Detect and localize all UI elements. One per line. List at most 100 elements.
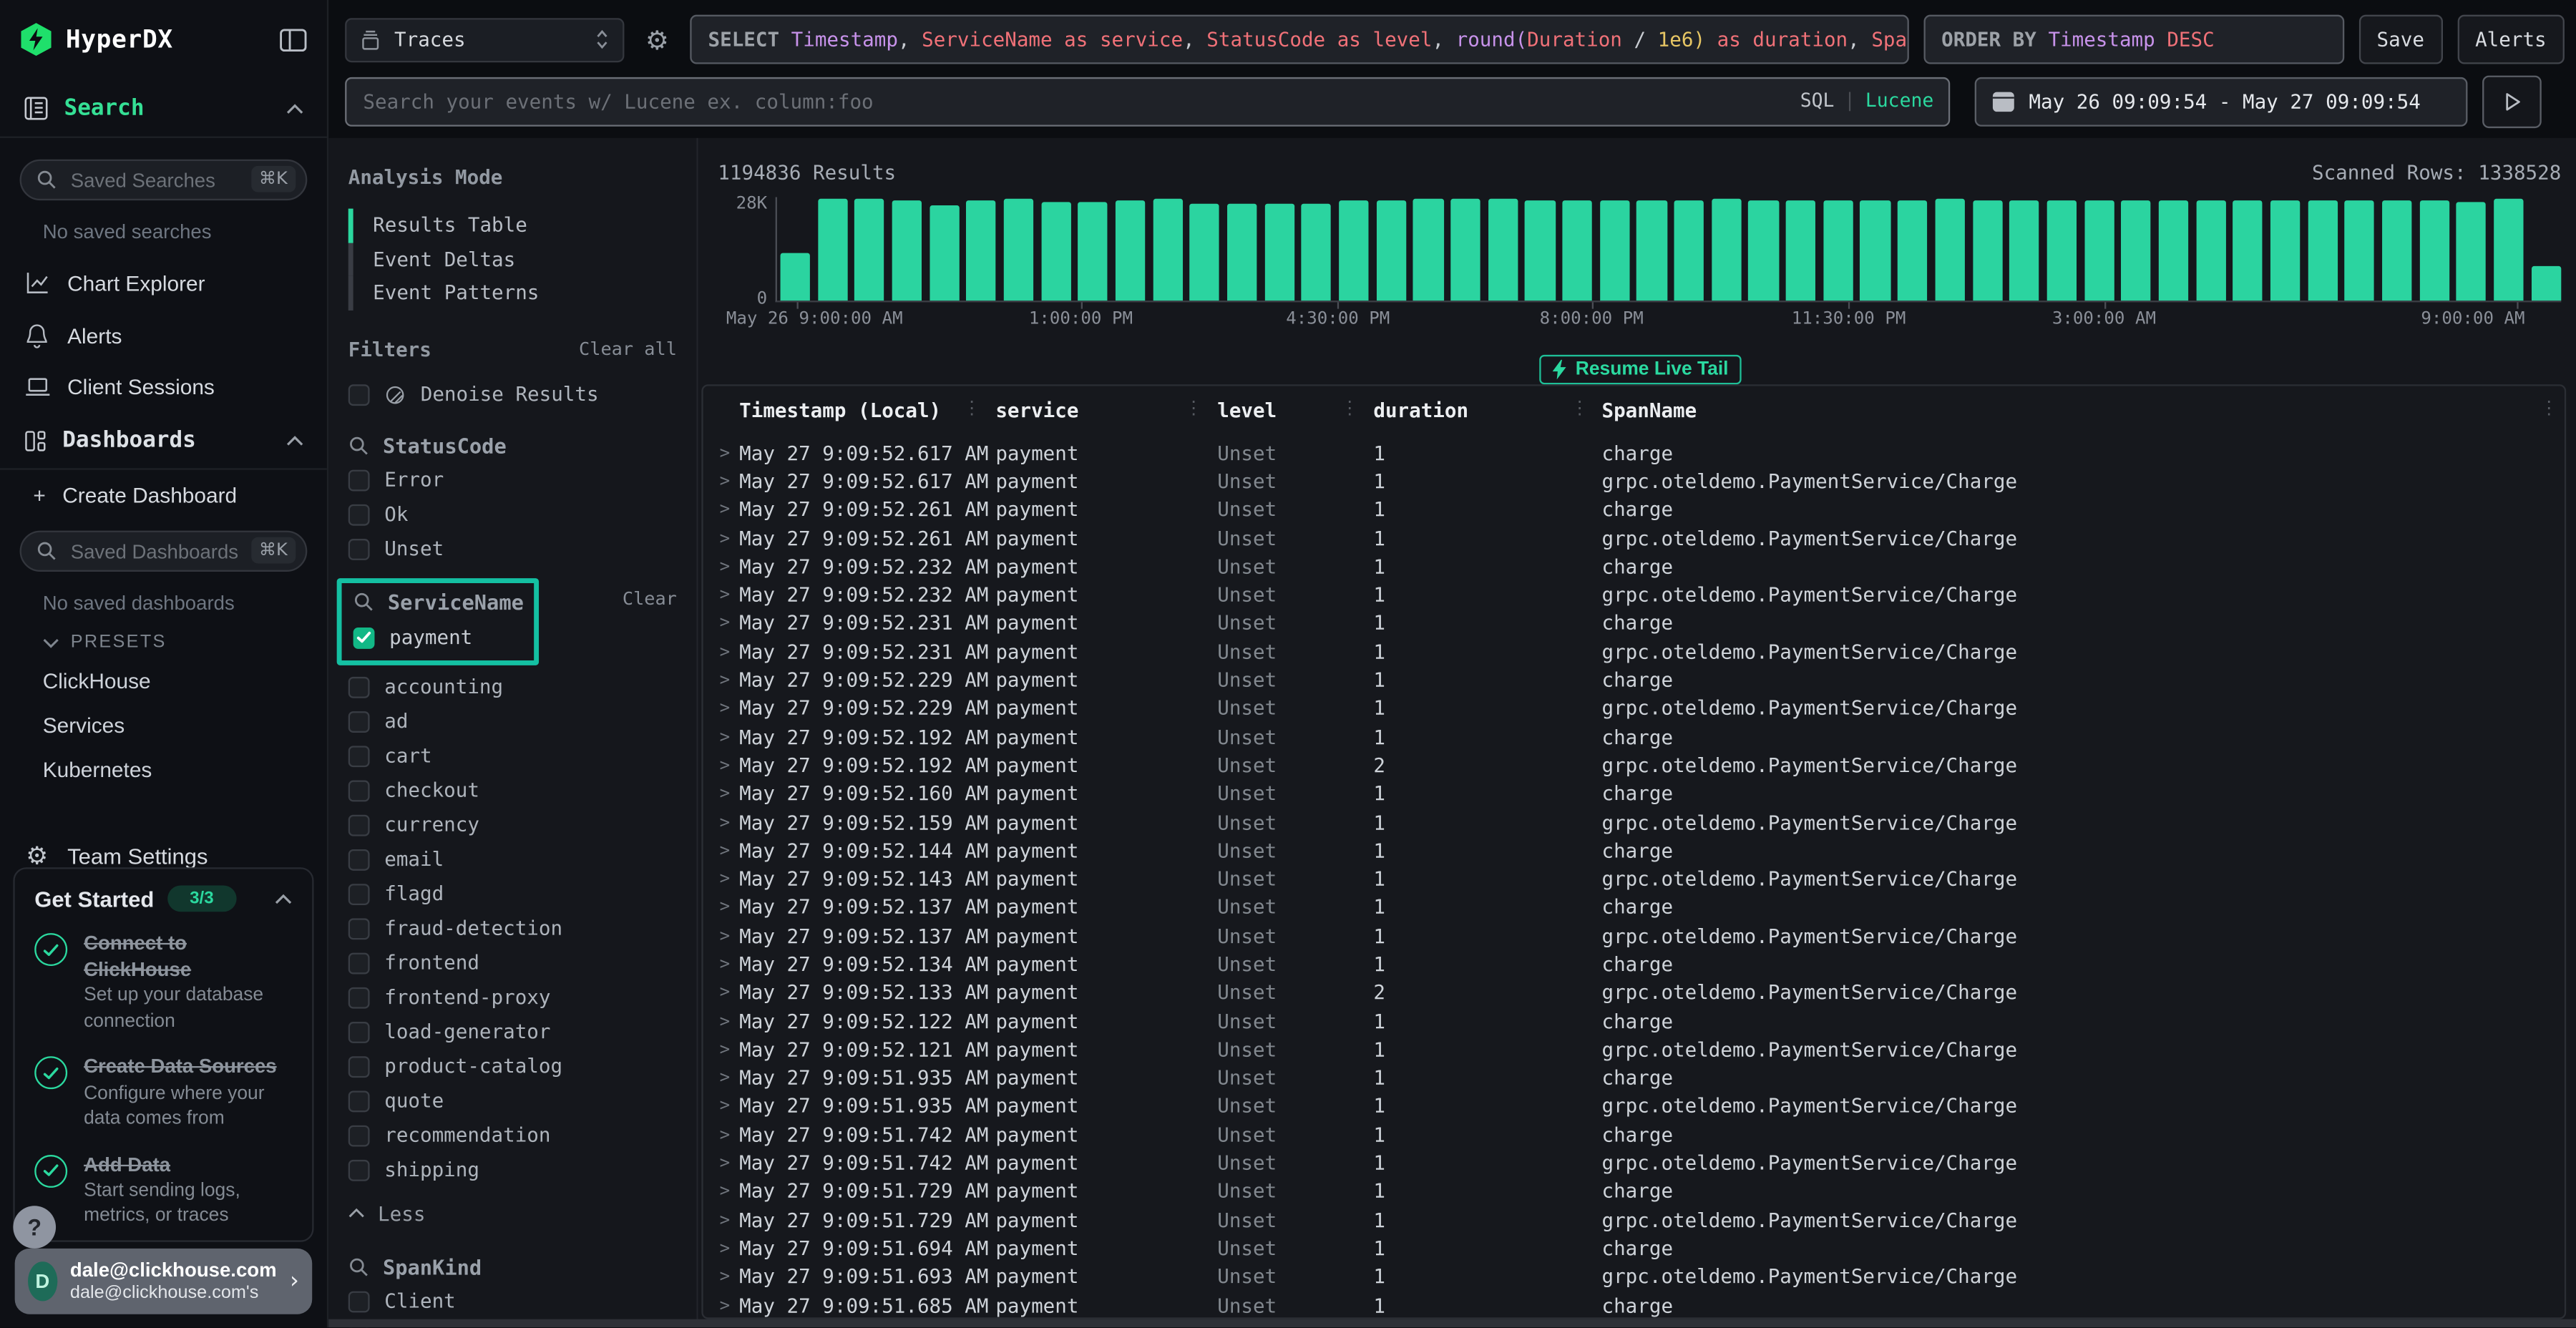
sidebar-section-search[interactable]: Search [0,79,327,138]
row-expand-chevron[interactable]: > [720,1125,740,1145]
histogram-bar[interactable] [2308,200,2338,301]
checkbox[interactable] [348,779,370,801]
chevron-up-icon[interactable] [274,893,292,904]
show-less-toggle[interactable]: Less [348,1201,677,1224]
row-expand-chevron[interactable]: > [720,1182,740,1202]
histogram-bar[interactable] [818,200,848,301]
histogram-bar[interactable] [1190,203,1220,301]
sidebar-item-clickhouse[interactable]: ClickHouse [0,659,327,703]
table-row[interactable]: >May 27 9:09:52.192 AMpaymentUnset1charg… [703,723,2565,751]
filter-option-payment[interactable]: payment [353,625,525,650]
histogram-bar[interactable] [855,200,885,301]
histogram-bar[interactable] [2196,200,2226,301]
sidebar-section-dashboards[interactable]: Dashboards [0,412,327,469]
histogram-bar[interactable] [1116,200,1146,301]
col-timestamp[interactable]: Timestamp (Local) [739,399,995,422]
help-button[interactable]: ? [13,1206,56,1249]
row-expand-chevron[interactable]: > [720,1011,740,1031]
sql-select-editor[interactable]: SELECT Timestamp, ServiceName as service… [690,15,1908,64]
service-option-product-catalog[interactable]: product-catalog [348,1054,677,1078]
checkbox[interactable] [348,711,370,732]
checkbox[interactable] [348,676,370,698]
row-expand-chevron[interactable]: > [720,727,740,747]
histogram-bar[interactable] [1749,200,1779,301]
table-row[interactable]: >May 27 9:09:51.935 AMpaymentUnset1grpc.… [703,1092,2565,1120]
table-row[interactable]: >May 27 9:09:52.261 AMpaymentUnset1charg… [703,495,2565,524]
histogram-bar[interactable] [1004,199,1034,301]
row-expand-chevron[interactable]: > [720,1210,740,1230]
service-option-shipping[interactable]: shipping [348,1157,677,1181]
histogram-bar[interactable] [1823,201,1853,301]
histogram-bar[interactable] [1637,201,1667,301]
service-option-frontend-proxy[interactable]: frontend-proxy [348,985,677,1009]
checkbox[interactable] [348,814,370,836]
row-expand-chevron[interactable]: > [720,756,740,776]
histogram-bar[interactable] [1376,200,1406,301]
table-row[interactable]: >May 27 9:09:52.261 AMpaymentUnset1grpc.… [703,524,2565,552]
date-range-picker[interactable]: May 26 09:09:54 - May 27 09:09:54 [1975,77,2468,127]
checkbox[interactable] [348,1290,370,1312]
row-expand-chevron[interactable]: > [720,642,740,662]
table-row[interactable]: >May 27 9:09:52.229 AMpaymentUnset1grpc.… [703,694,2565,723]
service-option-flagd[interactable]: flagd [348,882,677,906]
column-resize-handle[interactable]: ⋮ [1571,398,1589,419]
source-select[interactable]: Traces [345,17,624,62]
lucene-language-toggle[interactable]: Lucene [1865,89,1933,112]
service-option-checkout[interactable]: checkout [348,778,677,802]
clear-all-link[interactable]: Clear all [579,338,677,360]
histogram-bar[interactable] [1674,200,1704,301]
sidebar-item-kubernetes[interactable]: Kubernetes [0,748,327,792]
histogram-bar[interactable] [1488,199,1518,301]
table-row[interactable]: >May 27 9:09:52.229 AMpaymentUnset1charg… [703,666,2565,695]
sidebar-item-alerts[interactable]: Alerts [0,309,327,361]
sidebar-item-chart-explorer[interactable]: Chart Explorer [0,256,327,308]
histogram-bar[interactable] [2419,201,2449,301]
run-query-button[interactable] [2482,76,2542,128]
analysis-mode-event-patterns[interactable]: Event Patterns [348,276,677,310]
alerts-button[interactable]: Alerts [2457,15,2565,64]
col-duration[interactable]: duration [1373,399,1601,422]
row-expand-chevron[interactable]: > [720,784,740,804]
histogram-bar[interactable] [1600,200,1630,301]
event-search-input[interactable] [345,77,1950,127]
service-option-ad[interactable]: ad [348,709,677,733]
service-option-currency[interactable]: currency [348,812,677,836]
row-expand-chevron[interactable]: > [720,869,740,889]
table-row[interactable]: >May 27 9:09:51.935 AMpaymentUnset1charg… [703,1064,2565,1093]
table-row[interactable]: >May 27 9:09:52.137 AMpaymentUnset1grpc.… [703,922,2565,950]
table-row[interactable]: >May 27 9:09:52.160 AMpaymentUnset1charg… [703,780,2565,809]
row-expand-chevron[interactable]: > [720,897,740,917]
table-row[interactable]: >May 27 9:09:52.133 AMpaymentUnset2grpc.… [703,979,2565,1007]
table-row[interactable]: >May 27 9:09:52.232 AMpaymentUnset1grpc.… [703,581,2565,610]
row-expand-chevron[interactable]: > [720,499,740,519]
table-row[interactable]: >May 27 9:09:52.231 AMpaymentUnset1grpc.… [703,638,2565,666]
histogram-bar[interactable] [930,206,960,301]
histogram-bar[interactable] [1302,203,1332,301]
histogram-bar[interactable] [2270,201,2301,301]
histogram-bar[interactable] [967,201,997,301]
saved-searches-search[interactable]: ⌘K [20,160,308,200]
service-option-frontend[interactable]: frontend [348,950,677,975]
checkbox[interactable] [348,1021,370,1043]
user-menu[interactable]: D dale@clickhouse.com dale@clickhouse.co… [15,1249,313,1314]
checkbox[interactable] [348,469,370,490]
row-expand-chevron[interactable]: > [720,1040,740,1060]
denoise-results-option[interactable]: Denoise Results [348,382,677,406]
row-expand-chevron[interactable]: > [720,954,740,975]
histogram-bar[interactable] [2121,201,2151,301]
histogram-bar[interactable] [1712,198,1742,301]
row-expand-chevron[interactable]: > [720,443,740,463]
service-option-cart[interactable]: cart [348,743,677,768]
histogram-bar[interactable] [1935,200,1965,301]
histogram-bar[interactable] [2084,200,2114,301]
get-started-step[interactable]: Create Data SourcesConfigure where your … [34,1054,292,1133]
presets-toggle[interactable]: PRESETS [0,617,327,658]
table-row[interactable]: >May 27 9:09:52.617 AMpaymentUnset1charg… [703,439,2565,467]
row-expand-chevron[interactable]: > [720,1153,740,1173]
sql-language-toggle[interactable]: SQL [1800,89,1835,112]
checkbox[interactable] [348,1090,370,1111]
payment-checkbox-checked[interactable] [353,627,375,648]
histogram-bar[interactable] [1339,201,1369,301]
histogram-bar[interactable] [2382,201,2412,301]
table-row[interactable]: >May 27 9:09:51.742 AMpaymentUnset1grpc.… [703,1149,2565,1178]
